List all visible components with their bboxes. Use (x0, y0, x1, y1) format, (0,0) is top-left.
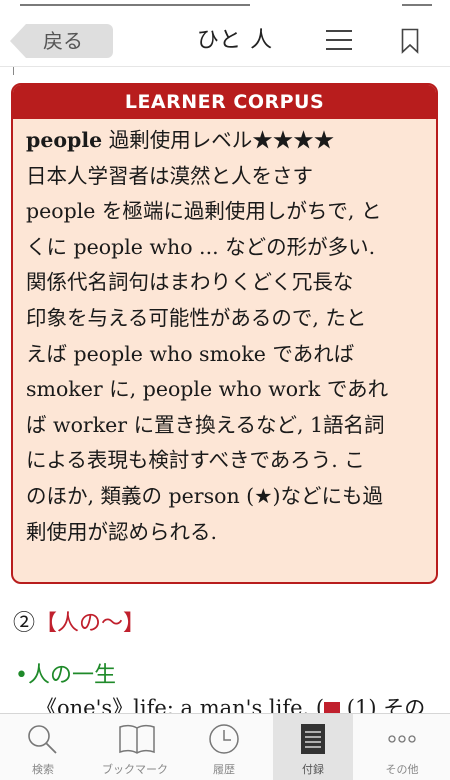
corpus-line: 剰使用が認められる. (26, 519, 218, 544)
nav-header: 戻る ひと 人 (0, 10, 450, 66)
clock-icon (206, 722, 242, 756)
learner-corpus-box: LEARNER CORPUS people 過剰使用レベル★★★★ 日本人学習者… (11, 83, 438, 584)
overuse-level: 過剰使用レベル★★★★ (108, 128, 335, 152)
tab-more[interactable]: その他 (362, 714, 442, 780)
tab-label: その他 (385, 763, 419, 776)
page-title: ひと 人 (196, 28, 274, 53)
scroll-marker (13, 67, 14, 75)
more-icon (384, 722, 420, 756)
bookmark-icon[interactable] (401, 28, 419, 54)
header-divider (0, 66, 450, 67)
tab-label: ブックマーク (102, 763, 168, 776)
corpus-line: 関係代名詞句はまわりくどく冗長な (26, 270, 354, 295)
corpus-line: くに people who ... などの形が多い. (26, 234, 376, 259)
corpus-line: のほか, 類義の person (★)などにも過 (26, 483, 384, 508)
sense-label: 【人の〜】 (35, 611, 146, 636)
tab-label: 付録 (302, 763, 324, 776)
list-icon (295, 722, 331, 756)
tab-label: 履歴 (213, 763, 235, 776)
bottom-tab-bar: 検索 ブックマーク 履歴 付録 その他 (0, 713, 450, 780)
sense-number: ② (13, 611, 36, 636)
corpus-line: people を極端に過剰使用しがちで, と (26, 199, 382, 224)
tab-appendix[interactable]: 付録 (273, 714, 353, 780)
corpus-line: えば people who smoke であれば (26, 341, 355, 366)
learner-corpus-heading: LEARNER CORPUS (13, 85, 436, 119)
sense-heading: ②【人の〜】 (13, 606, 145, 642)
tab-search[interactable]: 検索 (3, 714, 83, 780)
tab-history[interactable]: 履歴 (184, 714, 264, 780)
tab-label: 検索 (32, 763, 54, 776)
book-icon (117, 722, 155, 756)
corpus-line: 印象を与える可能性があるので, たと (26, 305, 367, 330)
back-button-label: 戻る (43, 29, 83, 53)
example-phrase[interactable]: •人の一生 (15, 660, 116, 692)
search-icon (25, 722, 61, 756)
menu-icon[interactable] (326, 28, 352, 52)
corpus-line: ば worker に置き換えるなど, 1語名詞 (26, 412, 385, 437)
status-bar (0, 0, 450, 10)
corpus-line: smoker に, people who work であれ (26, 377, 389, 402)
corpus-headword: people (26, 128, 103, 152)
corpus-first-line: people 過剰使用レベル★★★★ (26, 123, 422, 159)
back-button[interactable]: 戻る (10, 24, 113, 58)
partial-entry-line: 《one's》life; a man's life. ( (1) その (36, 693, 436, 715)
corpus-line: による表現も検討すべきであろう. こ (26, 448, 365, 473)
learner-corpus-text: people 過剰使用レベル★★★★ 日本人学習者は漠然と人をさす people… (13, 119, 436, 550)
tab-bookmarks[interactable]: ブックマーク (95, 714, 175, 780)
corpus-line: 日本人学習者は漠然と人をさす (26, 163, 313, 188)
